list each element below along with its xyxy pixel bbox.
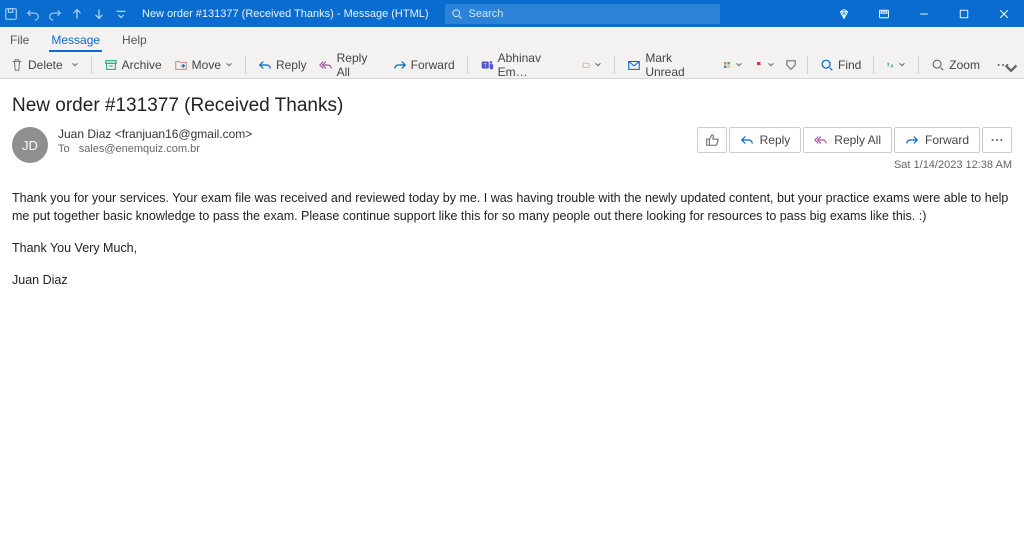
rules-icon bbox=[582, 61, 590, 69]
forward-label: Forward bbox=[925, 133, 969, 147]
close-button[interactable] bbox=[984, 0, 1024, 27]
find-label: Find bbox=[838, 58, 861, 72]
reply-icon bbox=[740, 133, 754, 147]
archive-label: Archive bbox=[122, 58, 162, 72]
diamond-icon[interactable] bbox=[824, 0, 864, 27]
thumbs-up-icon bbox=[705, 133, 719, 147]
categorize-icon bbox=[723, 61, 731, 69]
tab-message[interactable]: Message bbox=[49, 29, 102, 52]
sender-line: Juan Diaz <franjuan16@gmail.com> bbox=[58, 127, 697, 141]
qat-customize-icon[interactable] bbox=[110, 0, 132, 27]
forward-label: Forward bbox=[411, 58, 455, 72]
archive-button[interactable]: Archive bbox=[98, 54, 168, 76]
collapse-ribbon[interactable] bbox=[1002, 60, 1020, 78]
save-icon[interactable] bbox=[0, 0, 22, 27]
message-action-buttons: Reply Reply All Forward bbox=[697, 127, 1012, 153]
reply-all-button-header[interactable]: Reply All bbox=[803, 127, 892, 153]
ribbon-mode-icon[interactable] bbox=[864, 0, 904, 27]
teams-label: Abhinav Em… bbox=[498, 51, 571, 79]
forward-button-header[interactable]: Forward bbox=[894, 127, 980, 153]
search-box[interactable] bbox=[445, 4, 720, 24]
message-date: Sat 1/14/2023 12:38 AM bbox=[894, 159, 1012, 171]
reply-button-header[interactable]: Reply bbox=[729, 127, 802, 153]
move-button[interactable]: Move bbox=[168, 54, 239, 76]
undo-icon[interactable] bbox=[22, 0, 44, 27]
like-button[interactable] bbox=[697, 127, 727, 153]
forward-icon bbox=[393, 58, 407, 72]
maximize-button[interactable] bbox=[944, 0, 984, 27]
delete-button[interactable]: Delete bbox=[4, 54, 65, 76]
find-button[interactable]: Find bbox=[814, 54, 867, 76]
titlebar: New order #131377 (Received Thanks) - Me… bbox=[0, 0, 1024, 27]
window-title: New order #131377 (Received Thanks) - Me… bbox=[142, 8, 429, 20]
mark-unread-label: Mark Unread bbox=[645, 51, 711, 79]
delete-dropdown[interactable] bbox=[65, 54, 85, 76]
redo-icon[interactable] bbox=[44, 0, 66, 27]
sender-avatar[interactable]: JD bbox=[12, 127, 48, 163]
tab-help[interactable]: Help bbox=[120, 29, 149, 52]
trash-icon bbox=[10, 58, 24, 72]
ellipsis-icon bbox=[990, 133, 1004, 147]
forward-icon bbox=[905, 133, 919, 147]
archive-icon bbox=[104, 58, 118, 72]
message-header: JD Juan Diaz <franjuan16@gmail.com> To s… bbox=[12, 127, 1012, 171]
reply-all-label: Reply All bbox=[834, 133, 881, 147]
search-icon bbox=[451, 8, 463, 20]
forward-button[interactable]: Forward bbox=[387, 54, 461, 76]
find-icon bbox=[820, 58, 834, 72]
to-value: sales@enemquiz.com.br bbox=[79, 143, 200, 155]
ribbon: Delete Archive Move Reply Reply All Forw… bbox=[0, 52, 1024, 79]
message-pane: New order #131377 (Received Thanks) JD J… bbox=[0, 79, 1024, 322]
share-teams-button[interactable]: T Abhinav Em… bbox=[474, 54, 577, 76]
to-line: To sales@enemquiz.com.br bbox=[58, 143, 697, 155]
folder-move-icon bbox=[174, 58, 188, 72]
message-body: Thank you for your services. Your exam f… bbox=[12, 171, 1012, 322]
categorize-button[interactable] bbox=[717, 54, 749, 76]
reply-all-icon bbox=[814, 133, 828, 147]
arrow-up-icon[interactable] bbox=[66, 0, 88, 27]
delete-label: Delete bbox=[28, 58, 63, 72]
teams-icon: T bbox=[480, 58, 494, 72]
reply-all-icon bbox=[319, 58, 333, 72]
zoom-label: Zoom bbox=[949, 58, 980, 72]
zoom-button[interactable]: Zoom bbox=[925, 54, 986, 76]
zoom-icon bbox=[931, 58, 945, 72]
minimize-button[interactable] bbox=[904, 0, 944, 27]
envelope-icon bbox=[627, 58, 641, 72]
reply-all-button[interactable]: Reply All bbox=[313, 54, 387, 76]
tab-file[interactable]: File bbox=[8, 29, 31, 52]
reply-label: Reply bbox=[276, 58, 307, 72]
reply-button[interactable]: Reply bbox=[252, 54, 313, 76]
rules-dropdown[interactable] bbox=[576, 54, 608, 76]
translate-icon bbox=[886, 61, 894, 69]
move-label: Move bbox=[192, 58, 221, 72]
flag-button[interactable] bbox=[749, 54, 781, 76]
body-paragraph: Thank You Very Much, bbox=[12, 239, 1012, 257]
ribbon-tabs: File Message Help bbox=[0, 27, 1024, 52]
reply-label: Reply bbox=[760, 133, 791, 147]
subject-line: New order #131377 (Received Thanks) bbox=[12, 95, 1012, 117]
flag-icon bbox=[755, 61, 763, 69]
reply-icon bbox=[258, 58, 272, 72]
body-paragraph: Thank you for your services. Your exam f… bbox=[12, 189, 1012, 225]
translate-button[interactable] bbox=[880, 54, 912, 76]
policy-icon[interactable] bbox=[781, 54, 801, 76]
arrow-down-icon[interactable] bbox=[88, 0, 110, 27]
to-label: To bbox=[58, 143, 70, 155]
mark-unread-button[interactable]: Mark Unread bbox=[621, 54, 717, 76]
more-actions-button[interactable] bbox=[982, 127, 1012, 153]
body-paragraph: Juan Diaz bbox=[12, 271, 1012, 289]
reply-all-label: Reply All bbox=[337, 51, 381, 79]
search-input[interactable] bbox=[469, 8, 714, 20]
